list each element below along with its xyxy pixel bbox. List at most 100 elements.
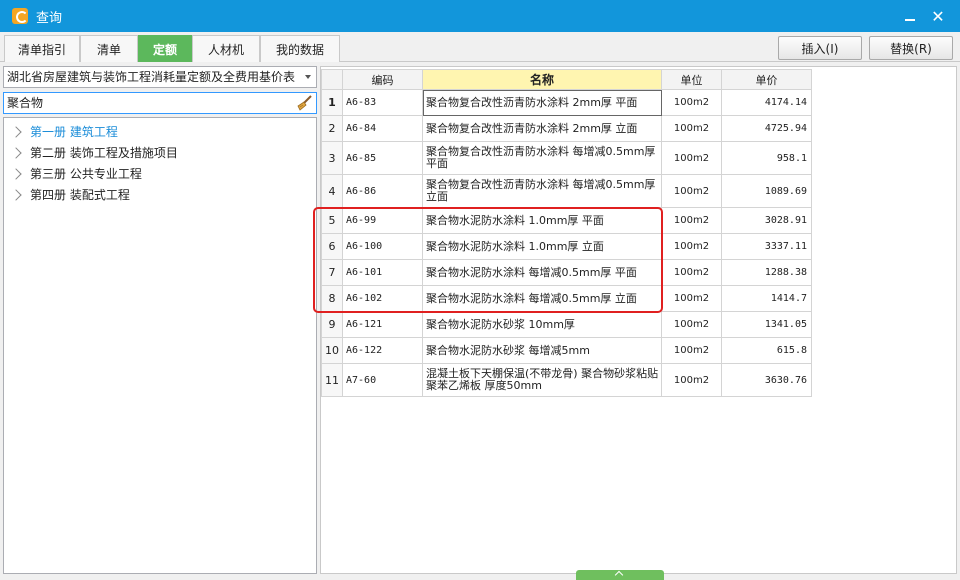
tab-quota[interactable]: 定额	[138, 35, 192, 62]
table-row[interactable]: 6 A6-100 聚合物水泥防水涂料 1.0mm厚 立面 100m2 3337.…	[321, 233, 812, 260]
tree-item-volume-1[interactable]: 第一册 建筑工程	[4, 121, 316, 142]
row-code[interactable]: A6-121	[342, 311, 423, 338]
row-name[interactable]: 聚合物水泥防水涂料 每增减0.5mm厚 平面	[422, 259, 662, 286]
row-unit[interactable]: 100m2	[661, 259, 722, 286]
quota-library-value: 湖北省房屋建筑与装饰工程消耗量定额及全费用基价表	[7, 70, 296, 84]
quota-library-select[interactable]: 湖北省房屋建筑与装饰工程消耗量定额及全费用基价表	[3, 66, 317, 88]
row-index: 8	[321, 285, 343, 312]
row-name[interactable]: 聚合物复合改性沥青防水涂料 每增减0.5mm厚 立面	[422, 174, 662, 208]
tree-item-label: 第二册 装饰工程及措施项目	[30, 146, 178, 160]
row-price[interactable]: 615.8	[721, 337, 812, 364]
header-index	[321, 69, 343, 90]
row-price[interactable]: 3028.91	[721, 207, 812, 234]
header-name[interactable]: 名称	[422, 69, 662, 90]
row-code[interactable]: A6-99	[342, 207, 423, 234]
table-row[interactable]: 5 A6-99 聚合物水泥防水涂料 1.0mm厚 平面 100m2 3028.9…	[321, 207, 812, 234]
row-unit[interactable]: 100m2	[661, 174, 722, 208]
tab-bar: 清单指引 清单 定额 人材机 我的数据 插入(I) 替换(R)	[0, 32, 960, 62]
quota-grid: 编码 名称 单位 单价 1 A6-83 聚合物复合改性沥青防水涂料 2mm厚 平…	[320, 66, 957, 574]
tab-my-data[interactable]: 我的数据	[260, 35, 340, 62]
row-index: 11	[321, 363, 343, 397]
chevron-right-icon[interactable]	[10, 146, 22, 159]
tab-materials[interactable]: 人材机	[192, 35, 260, 62]
table-row[interactable]: 8 A6-102 聚合物水泥防水涂料 每增减0.5mm厚 立面 100m2 14…	[321, 285, 812, 312]
tree-item-label: 第三册 公共专业工程	[30, 167, 142, 181]
search-input[interactable]: 聚合物	[3, 92, 317, 114]
row-unit[interactable]: 100m2	[661, 363, 722, 397]
row-price[interactable]: 1414.7	[721, 285, 812, 312]
row-name[interactable]: 聚合物复合改性沥青防水涂料 2mm厚 平面	[422, 89, 662, 116]
row-unit[interactable]: 100m2	[661, 233, 722, 260]
table-row[interactable]: 11 A7-60 混凝土板下天棚保温(不带龙骨) 聚合物砂浆粘贴聚苯乙烯板 厚度…	[321, 363, 812, 397]
chevron-down-icon[interactable]	[305, 75, 311, 79]
table-row[interactable]: 1 A6-83 聚合物复合改性沥青防水涂料 2mm厚 平面 100m2 4174…	[321, 89, 812, 116]
row-index: 3	[321, 141, 343, 175]
row-price[interactable]: 958.1	[721, 141, 812, 175]
search-value: 聚合物	[7, 96, 44, 110]
row-price[interactable]: 1288.38	[721, 259, 812, 286]
window-title: 查询	[36, 10, 63, 26]
row-unit[interactable]: 100m2	[661, 311, 722, 338]
row-price[interactable]: 1089.69	[721, 174, 812, 208]
expand-panel-handle[interactable]	[576, 570, 664, 580]
row-unit[interactable]: 100m2	[661, 207, 722, 234]
row-name[interactable]: 聚合物水泥防水涂料 1.0mm厚 平面	[422, 207, 662, 234]
row-code[interactable]: A6-102	[342, 285, 423, 312]
row-code[interactable]: A6-84	[342, 115, 423, 142]
tree-item-label: 第一册 建筑工程	[30, 125, 118, 139]
table-row[interactable]: 3 A6-85 聚合物复合改性沥青防水涂料 每增减0.5mm厚 平面 100m2…	[321, 141, 812, 175]
insert-button[interactable]: 插入(I)	[778, 36, 862, 60]
row-name[interactable]: 聚合物水泥防水涂料 1.0mm厚 立面	[422, 233, 662, 260]
row-name[interactable]: 聚合物水泥防水涂料 每增减0.5mm厚 立面	[422, 285, 662, 312]
row-price[interactable]: 1341.05	[721, 311, 812, 338]
header-code[interactable]: 编码	[342, 69, 423, 90]
row-name[interactable]: 聚合物复合改性沥青防水涂料 2mm厚 立面	[422, 115, 662, 142]
row-index: 6	[321, 233, 343, 260]
row-index: 2	[321, 115, 343, 142]
row-code[interactable]: A6-85	[342, 141, 423, 175]
row-code[interactable]: A6-100	[342, 233, 423, 260]
row-price[interactable]: 4174.14	[721, 89, 812, 116]
row-unit[interactable]: 100m2	[661, 285, 722, 312]
table-row[interactable]: 4 A6-86 聚合物复合改性沥青防水涂料 每增减0.5mm厚 立面 100m2…	[321, 174, 812, 208]
minimize-icon[interactable]	[900, 6, 920, 26]
row-code[interactable]: A6-86	[342, 174, 423, 208]
chevron-right-icon[interactable]	[10, 188, 22, 201]
chevron-right-icon[interactable]	[10, 167, 22, 180]
tab-bill-guide[interactable]: 清单指引	[4, 35, 80, 62]
close-icon[interactable]: ✕	[928, 6, 948, 26]
tab-bill[interactable]: 清单	[80, 35, 138, 62]
broom-icon[interactable]	[295, 94, 313, 112]
row-name[interactable]: 聚合物水泥防水砂浆 10mm厚	[422, 311, 662, 338]
table-row[interactable]: 10 A6-122 聚合物水泥防水砂浆 每增减5mm 100m2 615.8	[321, 337, 812, 364]
title-bar: 查询 ✕	[0, 0, 960, 32]
row-code[interactable]: A6-101	[342, 259, 423, 286]
row-unit[interactable]: 100m2	[661, 115, 722, 142]
row-price[interactable]: 3337.11	[721, 233, 812, 260]
header-price[interactable]: 单价	[721, 69, 812, 90]
row-name[interactable]: 聚合物复合改性沥青防水涂料 每增减0.5mm厚 平面	[422, 141, 662, 175]
header-unit[interactable]: 单位	[661, 69, 722, 90]
row-price[interactable]: 4725.94	[721, 115, 812, 142]
table-row[interactable]: 9 A6-121 聚合物水泥防水砂浆 10mm厚 100m2 1341.05	[321, 311, 812, 338]
row-unit[interactable]: 100m2	[661, 141, 722, 175]
row-price[interactable]: 3630.76	[721, 363, 812, 397]
tree-item-volume-2[interactable]: 第二册 装饰工程及措施项目	[4, 142, 316, 163]
table-row[interactable]: 7 A6-101 聚合物水泥防水涂料 每增减0.5mm厚 平面 100m2 12…	[321, 259, 812, 286]
table-row[interactable]: 2 A6-84 聚合物复合改性沥青防水涂料 2mm厚 立面 100m2 4725…	[321, 115, 812, 142]
row-index: 5	[321, 207, 343, 234]
row-name[interactable]: 混凝土板下天棚保温(不带龙骨) 聚合物砂浆粘贴聚苯乙烯板 厚度50mm	[422, 363, 662, 397]
tree-item-volume-4[interactable]: 第四册 装配式工程	[4, 184, 316, 205]
table-header-row: 编码 名称 单位 单价	[321, 69, 812, 90]
row-unit[interactable]: 100m2	[661, 337, 722, 364]
chevron-right-icon[interactable]	[10, 125, 22, 138]
tree-item-volume-3[interactable]: 第三册 公共专业工程	[4, 163, 316, 184]
row-index: 10	[321, 337, 343, 364]
row-code[interactable]: A7-60	[342, 363, 423, 397]
row-unit[interactable]: 100m2	[661, 89, 722, 116]
row-code[interactable]: A6-122	[342, 337, 423, 364]
row-code[interactable]: A6-83	[342, 89, 423, 116]
replace-button[interactable]: 替换(R)	[869, 36, 953, 60]
tree-item-label: 第四册 装配式工程	[30, 188, 130, 202]
row-name[interactable]: 聚合物水泥防水砂浆 每增减5mm	[422, 337, 662, 364]
